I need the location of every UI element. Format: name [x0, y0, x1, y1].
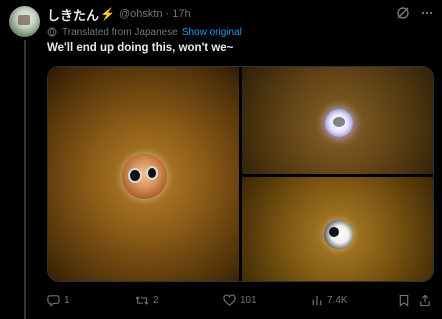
repost-count: 2 [153, 294, 159, 306]
views-count: 7.4K [327, 294, 348, 306]
cat-peeking-hole [324, 220, 353, 249]
separator: · [165, 8, 170, 20]
thread-line [24, 40, 26, 319]
timestamp[interactable]: 17h [172, 8, 190, 20]
share-button[interactable] [419, 294, 431, 307]
like-button[interactable]: 101 [223, 293, 257, 307]
share-icon [420, 294, 430, 306]
reply-button[interactable]: 1 [47, 294, 70, 307]
more-icon[interactable] [420, 6, 434, 20]
show-original-link[interactable]: Show original [182, 27, 242, 38]
bookmark-icon [399, 294, 409, 307]
like-icon [223, 293, 236, 306]
translation-note: Translated from Japanese Show original [47, 25, 242, 39]
media-image-1[interactable] [48, 67, 239, 281]
avatar[interactable] [9, 6, 40, 37]
reply-count: 1 [64, 294, 70, 306]
views-button[interactable]: 7.4K [311, 294, 348, 307]
grok-icon[interactable] [396, 6, 410, 20]
bookmark-button[interactable] [398, 294, 410, 307]
lightning-emoji: ⚡ [100, 7, 115, 21]
tweet-text: We'll end up doing this, won't we~ [47, 42, 234, 54]
tweet-header: しきたん ⚡ @ohsktn · 17h [47, 5, 191, 24]
cat-peeking-hole [122, 154, 167, 199]
user-handle[interactable]: @ohsktn [119, 8, 163, 20]
translated-label: Translated from Japanese [62, 26, 178, 38]
translate-icon [47, 27, 57, 37]
media-image-3[interactable] [242, 177, 433, 281]
views-icon [312, 295, 322, 305]
tweet-top-icons [396, 6, 434, 20]
media-image-2[interactable] [242, 67, 433, 174]
repost-icon [135, 295, 149, 305]
reply-icon [47, 294, 60, 307]
cat-peeking-hole [325, 109, 353, 137]
repost-button[interactable]: 2 [135, 294, 159, 307]
action-bar: 1 2 101 7.4K [47, 290, 434, 310]
like-count: 101 [240, 294, 257, 306]
display-name[interactable]: しきたん [47, 5, 99, 24]
media-grid [47, 66, 434, 282]
